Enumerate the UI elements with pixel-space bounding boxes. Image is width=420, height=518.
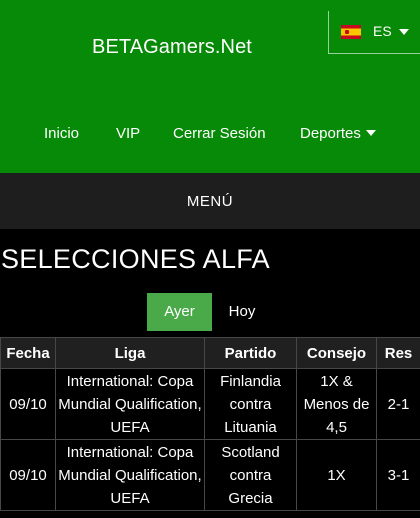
column-header-liga: Liga (55, 337, 205, 369)
tab-ayer[interactable]: Ayer (147, 293, 212, 331)
picks-table: Fecha Liga Partido Consejo Res 09/10 Int… (0, 337, 420, 511)
spain-flag-icon (341, 25, 361, 39)
nav-link-vip[interactable]: VIP (116, 125, 140, 142)
nav-link-deportes-label: Deportes (300, 125, 361, 142)
cell-consejo: 1X (296, 439, 377, 511)
table-row: 09/10 International: Copa Mundial Qualif… (0, 439, 420, 511)
column-header-partido: Partido (204, 337, 297, 369)
column-header-res: Res (376, 337, 420, 369)
language-selector[interactable]: ES (328, 11, 420, 54)
nav-link-deportes[interactable]: Deportes (300, 125, 376, 142)
cell-partido: Finlandia contra Lituania (204, 368, 297, 440)
cell-fecha: 09/10 (0, 368, 56, 440)
nav-link-inicio[interactable]: Inicio (44, 125, 79, 142)
cell-res: 3-1 (376, 439, 420, 511)
page-title: SELECCIONES ALFA (1, 244, 270, 274)
cell-partido: Scotland contra Grecia (204, 439, 297, 511)
cell-liga: International: Copa Mundial Qualificatio… (55, 368, 205, 440)
menu-toggle[interactable]: MENÚ (0, 173, 420, 229)
menu-label: MENÚ (186, 192, 234, 210)
cell-fecha: 09/10 (0, 439, 56, 511)
table-header-row: Fecha Liga Partido Consejo Res (0, 337, 420, 369)
nav-link-logout[interactable]: Cerrar Sesión (173, 125, 266, 142)
cell-consejo: 1X & Menos de 4,5 (296, 368, 377, 440)
table-row: 09/10 International: Copa Mundial Qualif… (0, 368, 420, 440)
site-header: BETAGamers.Net ES Inicio VIP Cerrar Sesi… (0, 0, 420, 173)
chevron-down-icon (365, 130, 376, 136)
site-brand[interactable]: BETAGamers.Net (92, 36, 252, 59)
tab-hoy[interactable]: Hoy (218, 293, 266, 331)
column-header-consejo: Consejo (296, 337, 377, 369)
cell-res: 2-1 (376, 368, 420, 440)
column-header-fecha: Fecha (0, 337, 56, 369)
language-code: ES (373, 23, 392, 39)
cell-liga: International: Copa Mundial Qualificatio… (55, 439, 205, 511)
chevron-down-icon (399, 29, 409, 35)
